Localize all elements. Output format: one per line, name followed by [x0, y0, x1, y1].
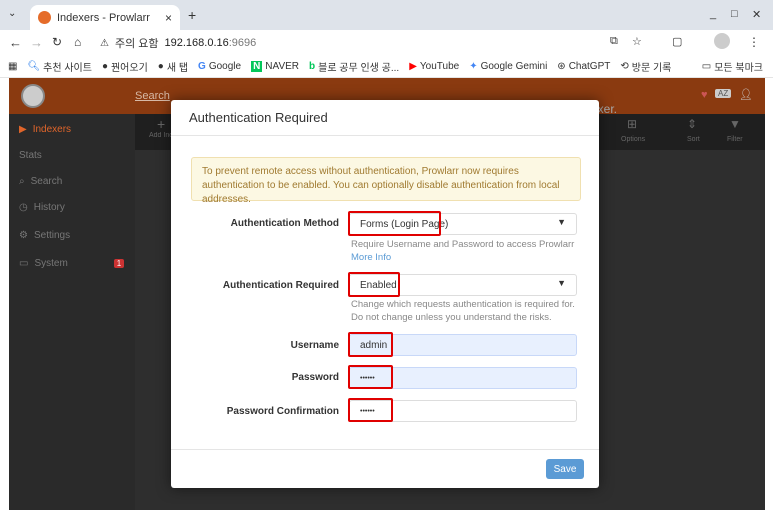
tab-title: Indexers - Prowlarr — [57, 11, 150, 24]
warning-icon: ⚠ — [100, 37, 109, 49]
donate-heart-icon[interactable]: ♥ — [701, 89, 708, 101]
security-label: 주의 요함 — [114, 38, 159, 50]
bookmark-item[interactable]: ● 새 탭 — [158, 59, 188, 74]
close-tab-icon[interactable]: × — [165, 11, 172, 25]
new-tab-button[interactable]: + — [188, 7, 196, 23]
options-icon[interactable]: ⊞ — [627, 117, 637, 131]
auth-required-help: Change which requests authentication is … — [351, 299, 575, 323]
warning-alert: To prevent remote access without authent… — [191, 157, 581, 205]
auth-required-label: Authentication Required — [222, 280, 339, 291]
bookmark-item[interactable]: ▶ YouTube — [409, 61, 459, 72]
chevron-down-icon: ▼ — [557, 217, 566, 227]
reload-icon[interactable]: ↻ — [52, 35, 62, 49]
forward-icon[interactable]: → — [30, 35, 43, 50]
highlight-box — [348, 365, 393, 389]
back-icon[interactable]: ← — [9, 35, 22, 50]
sidebar-item-system[interactable]: ▭ System 1 — [19, 258, 125, 269]
highlight-box — [348, 272, 400, 297]
tab-strip: ⌄ Indexers - Prowlarr × + _ □ ✕ — [0, 0, 773, 30]
password-label: Password — [291, 372, 339, 383]
filter-icon[interactable]: ▼ — [729, 117, 741, 131]
keyboard-shortcuts-icon[interactable]: AZ — [715, 89, 732, 98]
system-badge: 1 — [113, 259, 125, 268]
user-icon[interactable]: 👤︎ — [739, 88, 753, 101]
url-host: 192.168.0.16 — [164, 37, 229, 49]
auth-method-label: Authentication Method — [230, 218, 339, 229]
play-icon: ▶ — [19, 124, 27, 135]
monitor-icon: ▭ — [19, 258, 29, 269]
modal-header-divider — [171, 135, 599, 136]
bookmark-item[interactable]: G Google — [198, 61, 241, 72]
auth-method-help: Require Username and Password to access … — [351, 238, 581, 264]
bookmark-item[interactable]: ● 꿘어오기 — [102, 59, 148, 74]
sidebar-item-stats[interactable]: Stats — [19, 150, 42, 161]
bookmark-item[interactable]: 🔍︎ 추천 사이트 — [27, 59, 91, 74]
all-bookmarks[interactable]: ▭ 모든 북마크 — [702, 59, 763, 74]
authentication-modal: Authentication Required To prevent remot… — [171, 100, 599, 488]
maximize-button[interactable]: □ — [731, 8, 738, 20]
filter-button[interactable]: Filter — [727, 136, 743, 143]
menu-icon[interactable]: ⋮ — [748, 35, 760, 49]
sidebar: ▶ Indexers Stats ⌕ Search ◷ History ⚙ Settin… — [9, 114, 135, 510]
browser-tab[interactable]: Indexers - Prowlarr × — [30, 5, 180, 30]
sort-button[interactable]: Sort — [687, 136, 700, 143]
close-window-button[interactable]: ✕ — [752, 8, 761, 21]
chevron-down-icon: ▼ — [557, 278, 566, 288]
sidebar-item-indexers[interactable]: ▶ Indexers — [19, 124, 71, 135]
minimize-button[interactable]: _ — [710, 8, 716, 20]
prowlarr-logo-icon[interactable] — [21, 84, 45, 108]
save-button[interactable]: Save — [546, 459, 584, 479]
bookmark-item[interactable]: ⊛ ChatGPT — [557, 61, 610, 72]
sidebar-item-settings[interactable]: ⚙ Settings — [19, 230, 70, 241]
tab-search-chevron-icon[interactable]: ⌄ — [8, 8, 16, 19]
bookmark-item[interactable]: b 블로 공무 인생 공... — [309, 59, 399, 74]
screenshot-icon[interactable]: ▢ — [672, 35, 682, 48]
highlight-box — [348, 398, 393, 422]
username-label: Username — [290, 340, 339, 351]
modal-footer-divider — [171, 449, 599, 450]
search-input[interactable]: Search — [135, 90, 170, 102]
highlight-box — [348, 332, 393, 357]
bookmark-item[interactable]: N NAVER — [251, 61, 299, 72]
bookmark-star-icon[interactable]: ☆ — [632, 35, 642, 48]
sidebar-item-history[interactable]: ◷ History — [19, 202, 65, 213]
options-button[interactable]: Options — [621, 136, 645, 143]
bookmark-item[interactable]: ⟲ 방문 기록 — [620, 59, 671, 74]
modal-title: Authentication Required — [189, 110, 328, 125]
profile-avatar[interactable] — [714, 33, 730, 49]
apps-icon[interactable]: ▦ — [8, 61, 17, 72]
highlight-box — [348, 211, 441, 236]
home-icon[interactable]: ⌂ — [74, 35, 81, 49]
sort-icon[interactable]: ⇕ — [687, 117, 697, 131]
gear-icon: ⚙ — [19, 230, 28, 241]
prowlarr-favicon-icon — [38, 11, 51, 24]
bookmark-item[interactable]: ✦ Google Gemini — [469, 61, 547, 72]
sidebar-item-search[interactable]: ⌕ Search — [19, 176, 62, 187]
history-icon: ◷ — [19, 202, 28, 213]
add-icon[interactable]: + — [157, 116, 165, 132]
url-port: :9696 — [228, 37, 257, 49]
more-info-link[interactable]: More Info — [351, 251, 581, 264]
bookmarks-bar: ▦ 🔍︎ 추천 사이트 ● 꿘어오기 ● 새 탭 G Google N NAVER b 블로… — [0, 56, 773, 78]
search-icon: ⌕ — [19, 176, 25, 187]
password-confirmation-label: Password Confirmation — [226, 406, 339, 417]
address-bar[interactable]: ⚠ 주의 요함 192.168.0.16 :9696 — [100, 33, 620, 53]
